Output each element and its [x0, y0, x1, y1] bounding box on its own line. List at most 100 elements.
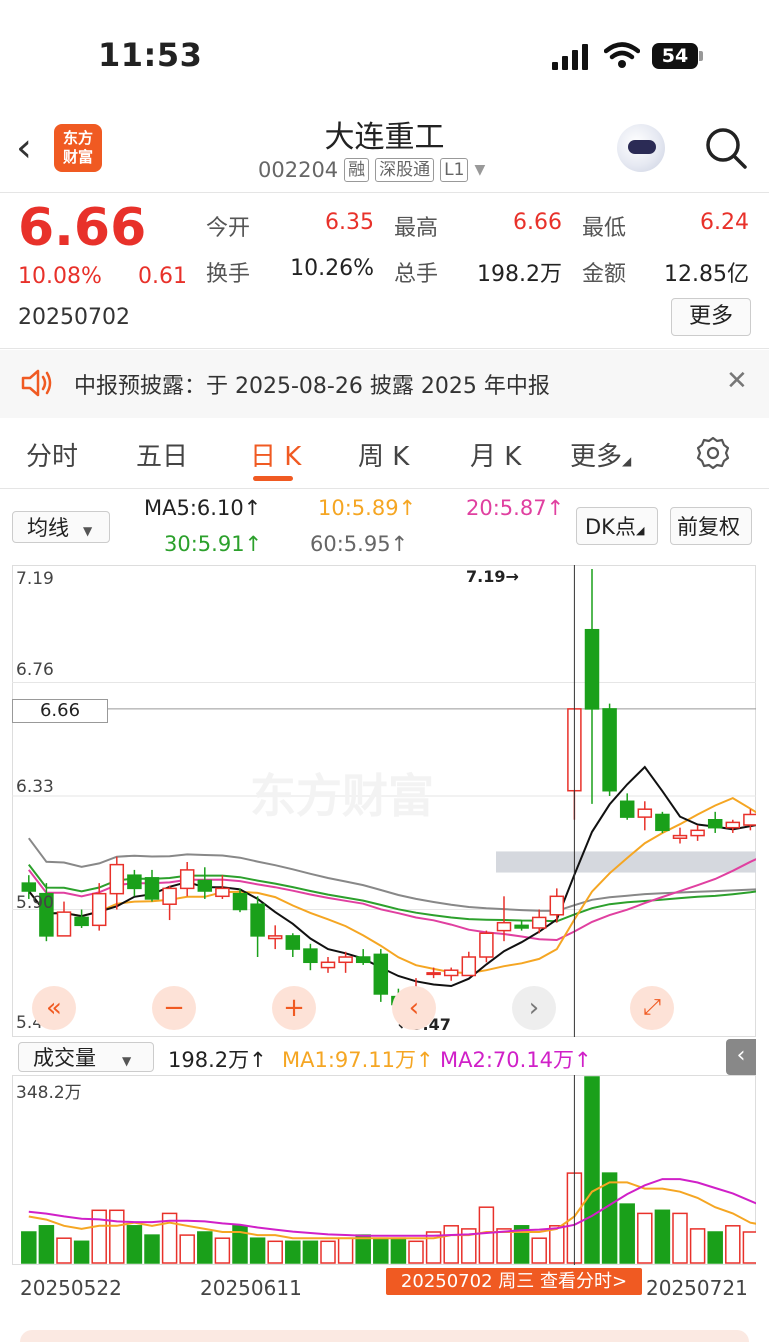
value-low: 6.24 — [700, 210, 749, 235]
pressure-zone — [496, 851, 756, 873]
label-amount: 金额 — [582, 262, 627, 287]
divider — [0, 488, 769, 489]
fullscreen-icon[interactable]: ⤢ — [630, 986, 674, 1030]
volume-bar — [584, 1076, 600, 1264]
crosshair-date-tooltip[interactable]: 20250702 周三 查看分时> — [386, 1268, 642, 1295]
volume-bar — [637, 1212, 653, 1264]
candle-body — [479, 932, 494, 958]
tab-intraday[interactable]: 分时 — [26, 436, 78, 473]
candle-body — [461, 956, 477, 977]
volume-bar — [249, 1237, 266, 1264]
current-price: 6.66 — [18, 198, 147, 258]
assistant-face-icon — [628, 140, 656, 154]
ma60-label: 60:5.95↑ — [310, 532, 409, 556]
volume-bar — [408, 1240, 424, 1264]
label-high: 最高 — [394, 216, 439, 241]
volume-bar — [21, 1231, 37, 1264]
volume-ma2: MA2:70.14万↑ — [440, 1048, 592, 1072]
tab-daily-k[interactable]: 日 K — [250, 436, 301, 473]
label-turnover: 换手 — [206, 262, 251, 287]
volume-bar — [179, 1234, 195, 1264]
scroll-right-button[interactable]: › — [512, 986, 556, 1030]
volume-bar — [654, 1209, 671, 1264]
indicator-dropdown[interactable]: 均线 ▼ — [12, 511, 110, 543]
volume-bar — [531, 1237, 547, 1264]
stock-code-row[interactable]: 002204 融 深股通 L1 ▼ — [258, 158, 485, 182]
candle-body — [707, 819, 723, 829]
volume-value: 198.2万↑ — [168, 1048, 267, 1072]
volume-bar — [285, 1240, 301, 1264]
candle-body — [144, 877, 160, 900]
volume-bar — [742, 1231, 756, 1264]
candle-body — [355, 956, 371, 964]
chevron-down-icon: ▼ — [474, 162, 486, 178]
candle-body — [373, 953, 389, 995]
value-amount: 12.85亿 — [664, 262, 749, 287]
candle-body — [179, 869, 195, 890]
price-axis-4: 5.90 — [16, 893, 54, 913]
tab-more[interactable]: 更多◢ — [570, 436, 631, 473]
volume-ma1: MA1:97.11万↑ — [282, 1048, 434, 1072]
current-price-tag: 6.66 — [12, 699, 108, 723]
candle-body — [320, 961, 336, 969]
dk-point-button[interactable]: DK点◢ — [576, 507, 658, 545]
label-low: 最低 — [582, 216, 627, 241]
candle-body — [250, 903, 265, 937]
search-icon[interactable] — [704, 126, 748, 170]
quote-date: 20250702 — [18, 305, 130, 330]
candle-body — [127, 874, 142, 890]
candle-body — [21, 882, 37, 892]
scroll-left-fast-button[interactable]: « — [32, 986, 76, 1030]
candle-body — [109, 863, 125, 895]
adjust-mode-button[interactable]: 前复权 — [670, 507, 752, 545]
zoom-out-button[interactable]: − — [152, 986, 196, 1030]
active-tab-indicator — [253, 476, 293, 481]
candle-body — [91, 892, 107, 927]
candle-body — [215, 887, 230, 898]
candle-body — [637, 808, 653, 818]
candle-body — [743, 813, 756, 826]
stock-code: 002204 — [258, 158, 339, 182]
volume-bar — [38, 1225, 55, 1264]
tag-margin: 融 — [344, 158, 370, 182]
scroll-left-button[interactable]: ‹ — [392, 986, 436, 1030]
clock: 11:53 — [98, 36, 203, 74]
volume-bar — [549, 1225, 565, 1264]
candle-body — [655, 813, 670, 832]
volume-bar — [443, 1225, 459, 1264]
settings-gear-icon[interactable] — [696, 436, 730, 470]
battery-tip — [699, 51, 703, 61]
volume-bar — [478, 1206, 495, 1264]
divider — [0, 348, 769, 349]
candle-body — [531, 916, 547, 929]
volume-bar — [320, 1240, 336, 1264]
ma5-label: MA5:6.10↑ — [144, 496, 262, 520]
close-icon[interactable]: ✕ — [726, 366, 748, 396]
ma30-label: 30:5.91↑ — [164, 532, 263, 556]
change-amount: 0.61 — [138, 264, 187, 289]
date-label-3: 20250721 — [646, 1276, 748, 1300]
label-volume: 总手 — [394, 262, 439, 287]
volume-bar — [672, 1212, 688, 1264]
date-label-2: 20250611 — [200, 1276, 302, 1300]
value-open: 6.35 — [325, 210, 374, 235]
more-quote-button[interactable]: 更多 — [671, 298, 751, 336]
tab-weekly-k[interactable]: 周 K — [358, 436, 409, 473]
candle-body — [619, 800, 635, 818]
volume-indicator-dropdown[interactable]: 成交量 ▼ — [18, 1042, 154, 1072]
candle-body — [303, 948, 318, 964]
tab-five-day[interactable]: 五日 — [136, 436, 188, 473]
value-volume: 198.2万 — [477, 262, 562, 287]
notice-text[interactable]: 中报预披露：于 2025-08-26 披露 2025 年中报 — [74, 368, 550, 400]
volume-axis-top: 348.2万 — [16, 1083, 82, 1103]
volume-bar — [73, 1240, 90, 1264]
ma20-label: 20:5.87↑ — [466, 496, 565, 520]
collapse-panel-button[interactable]: ‹ — [726, 1039, 756, 1075]
candle-body — [162, 887, 177, 905]
tab-monthly-k[interactable]: 月 K — [470, 436, 521, 473]
high-annotation: 7.19→ — [466, 567, 519, 586]
price-axis-3: 6.33 — [16, 777, 54, 797]
value-high: 6.66 — [513, 210, 562, 235]
zoom-in-button[interactable]: + — [272, 986, 316, 1030]
candle-body — [443, 969, 459, 977]
